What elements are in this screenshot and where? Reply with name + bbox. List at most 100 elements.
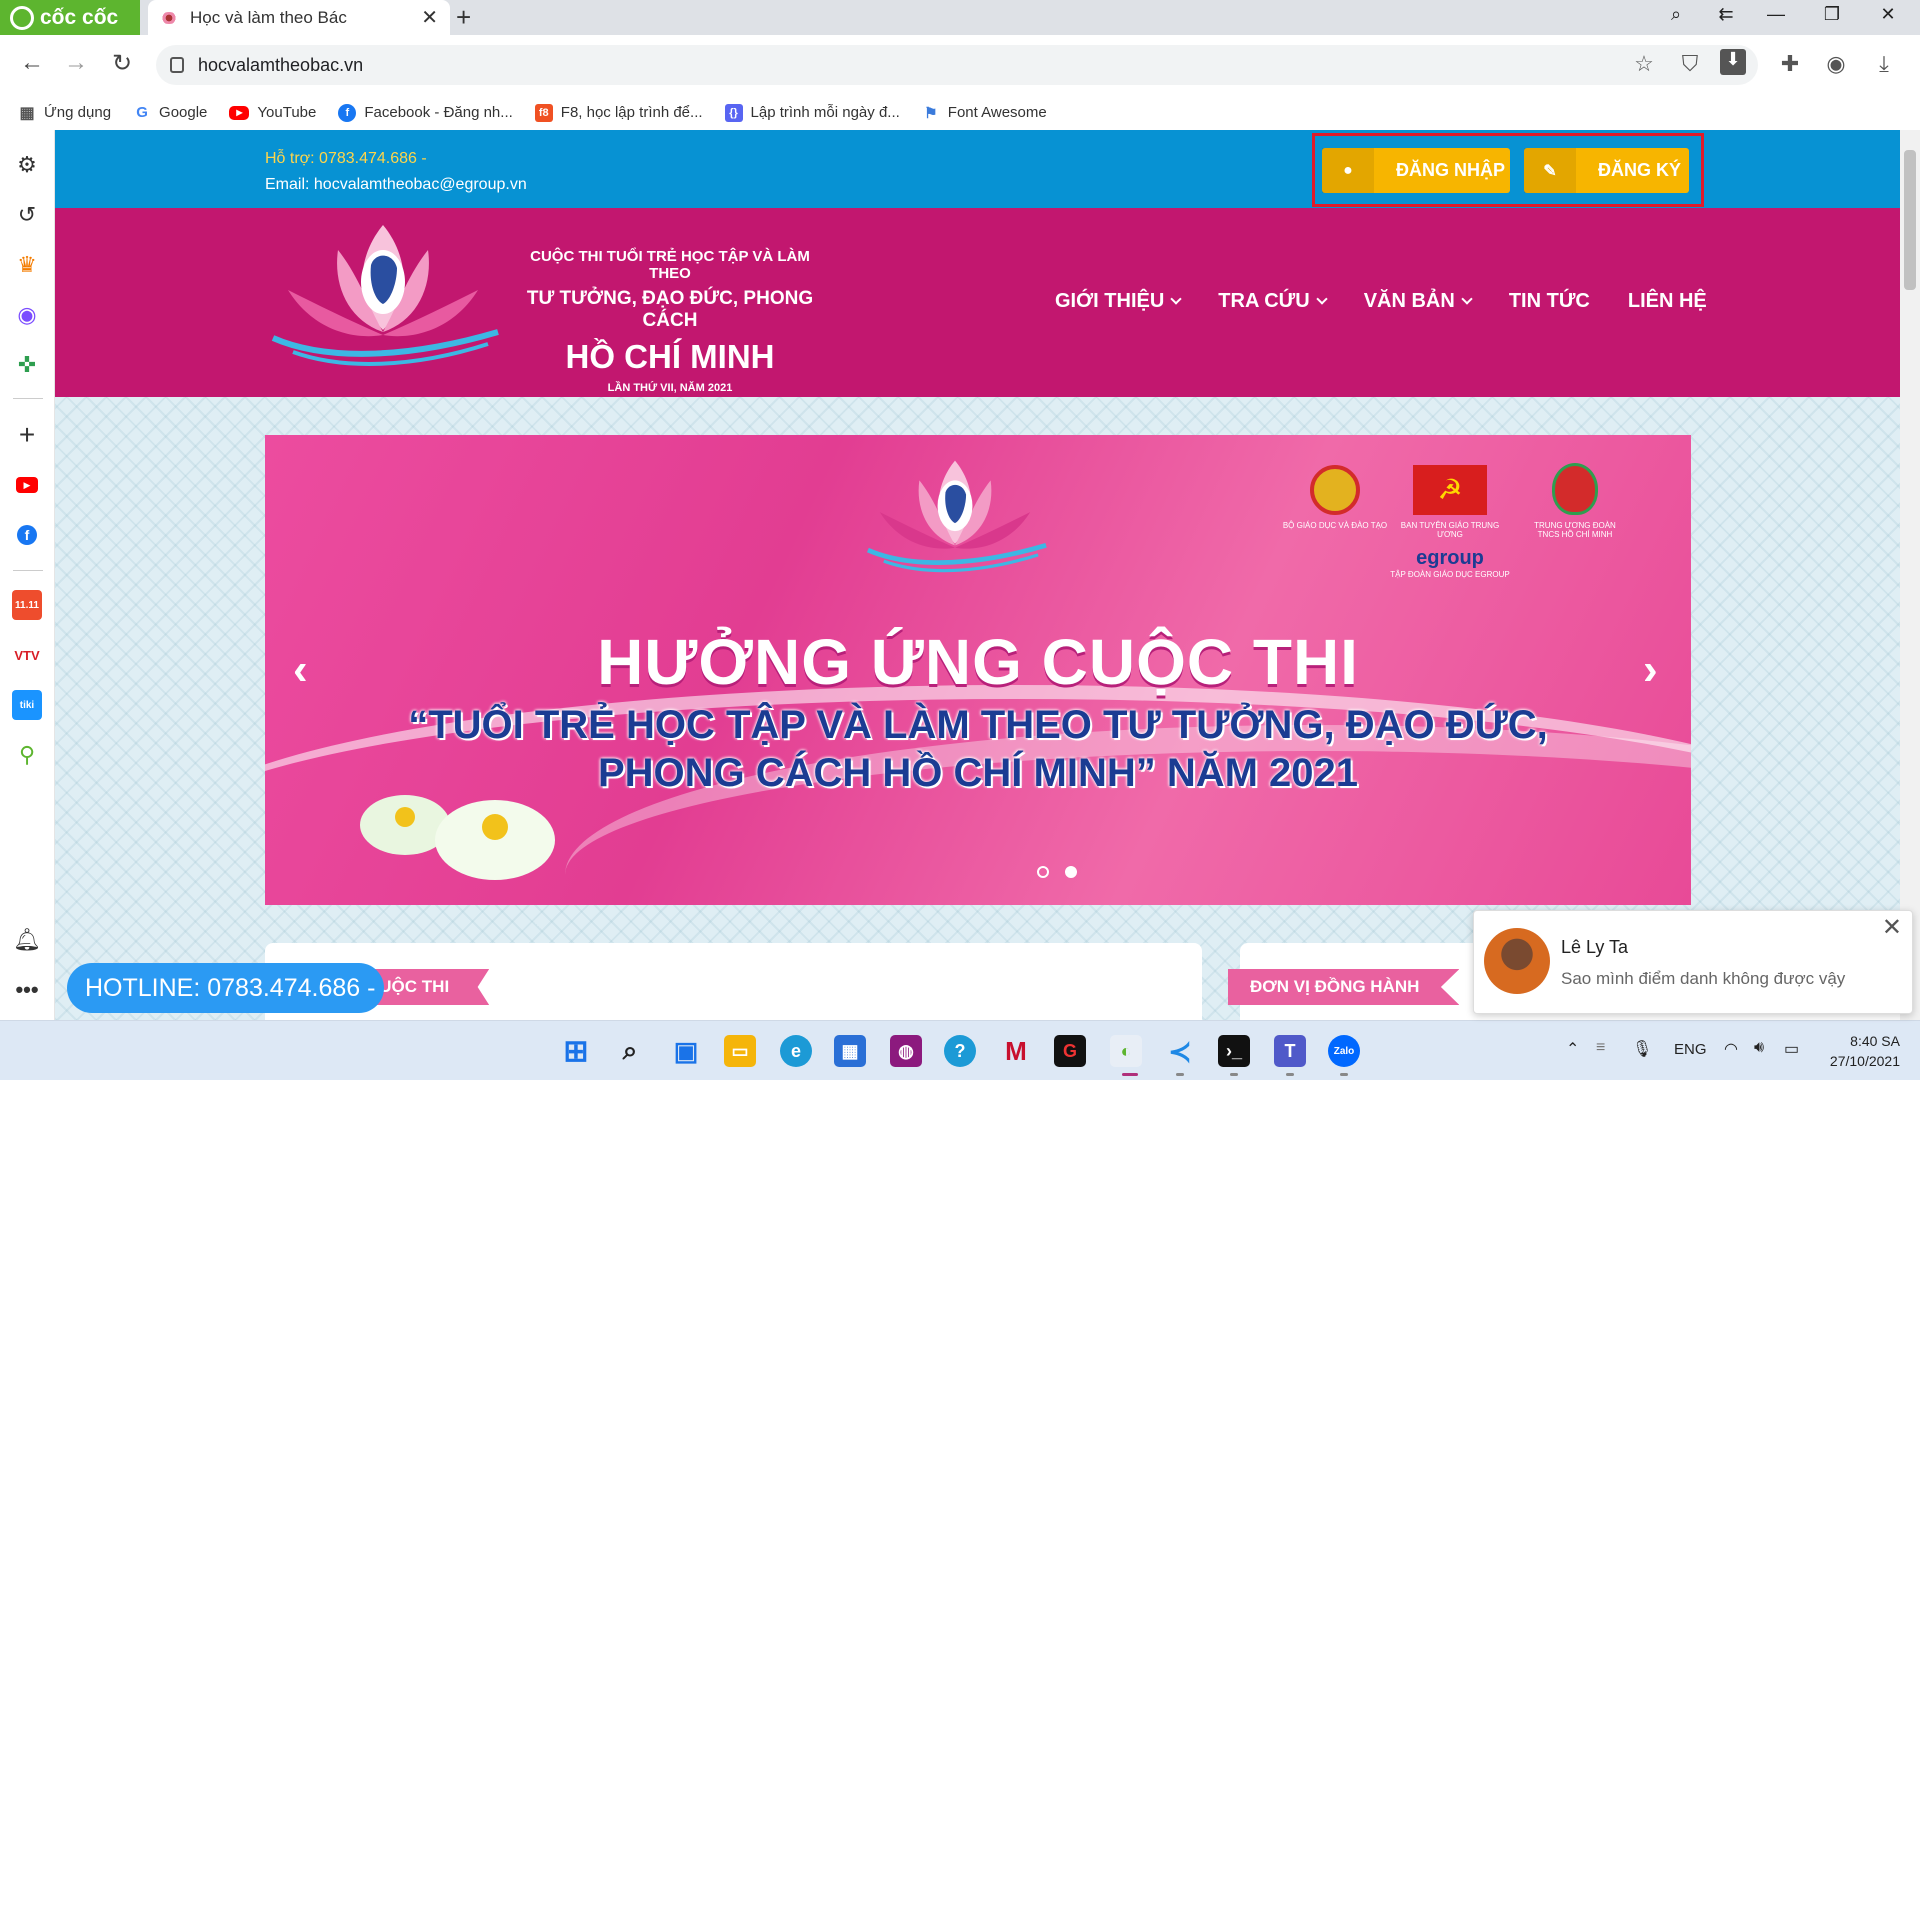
notification-bell-icon[interactable]: 🔔︎ <box>12 925 42 955</box>
garena-icon[interactable]: G <box>1054 1035 1086 1067</box>
history-icon[interactable]: ↺ <box>12 200 42 230</box>
battery-icon[interactable]: ▭ <box>1784 1039 1799 1059</box>
help-icon[interactable]: ? <box>944 1035 976 1067</box>
add-panel-icon[interactable]: + <box>12 419 42 450</box>
url-text: hocvalamtheobac.vn <box>198 54 364 75</box>
nav-news[interactable]: TIN TỨC <box>1509 290 1590 313</box>
bookmark-star-icon[interactable]: ☆ <box>1628 51 1660 77</box>
bookmark-f8[interactable]: f8 F8, học lập trình để... <box>534 103 703 122</box>
title-line-2: TƯ TƯỞNG, ĐẠO ĐỨC, PHONG CÁCH <box>526 288 814 331</box>
bookmark-youtube[interactable]: ▶ YouTube <box>229 104 316 121</box>
bookmark-label: Lập trình mỗi ngày đ... <box>750 104 900 121</box>
nav-contact[interactable]: LIÊN HỆ <box>1628 290 1707 313</box>
clock[interactable]: 8:40 SA 27/10/2021 <box>1820 1031 1900 1071</box>
coccoc-taskbar-icon[interactable]: ◐ <box>1110 1035 1142 1067</box>
coccoc-menu-button[interactable]: cốc cốc <box>0 0 140 35</box>
messenger-icon[interactable]: ◉ <box>12 300 42 330</box>
store-icon[interactable]: ▦ <box>834 1035 866 1067</box>
clock-date: 27/10/2021 <box>1829 1053 1900 1069</box>
next-slide-button[interactable]: › <box>1643 645 1658 695</box>
flag-icon: ⚑ <box>924 104 938 122</box>
register-button[interactable]: ✎ ĐĂNG KÝ <box>1524 148 1689 193</box>
nav-documents[interactable]: VĂN BẢN <box>1364 290 1473 313</box>
shield-icon[interactable]: ⛉ <box>1674 51 1706 77</box>
language-indicator[interactable]: ENG <box>1674 1041 1707 1058</box>
edge-icon[interactable]: e <box>780 1035 812 1067</box>
minimize-button[interactable]: — <box>1756 4 1796 25</box>
title-line-1: CUỘC THI TUỔI TRẺ HỌC TẬP VÀ LÀM THEO <box>530 248 810 282</box>
back-button[interactable]: ← <box>14 49 50 77</box>
file-explorer-icon[interactable]: ▭ <box>724 1035 756 1067</box>
login-button[interactable]: ● ĐĂNG NHẬP <box>1322 148 1510 193</box>
vtv-icon[interactable]: VTV <box>12 640 42 670</box>
nav-lookup[interactable]: TRA CỨU <box>1218 290 1328 313</box>
address-bar[interactable]: hocvalamtheobac.vn <box>156 45 1758 85</box>
lotus-logo[interactable] <box>263 220 503 380</box>
start-button[interactable]: ⊞ <box>560 1035 592 1068</box>
volume-icon[interactable]: 🔊︎ <box>1754 1039 1764 1057</box>
user-icon: ● <box>1322 148 1374 193</box>
close-icon[interactable]: ✕ <box>1882 913 1902 942</box>
wifi-icon[interactable]: ◠ <box>1724 1039 1738 1059</box>
app-icon[interactable]: ◍ <box>890 1035 922 1067</box>
search-tabs-icon[interactable]: ⌕ <box>1656 4 1696 25</box>
chat-notification[interactable]: Lê Ly Ta Sao mình điểm danh không được v… <box>1473 910 1913 1014</box>
vscode-icon[interactable]: ≺ <box>1164 1035 1196 1067</box>
title-line-3: HỒ CHÍ MINH <box>565 338 775 375</box>
nav-intro[interactable]: GIỚI THIỆU <box>1055 290 1182 313</box>
org-label: TRUNG ƯƠNG ĐOÀN TNCS HỒ CHÍ MINH <box>1534 521 1616 539</box>
close-window-button[interactable]: ✕ <box>1868 4 1908 25</box>
pen-icon[interactable]: ≡ <box>1596 1039 1605 1057</box>
coccoc-map-icon[interactable]: ⚲ <box>12 740 42 770</box>
terminal-icon[interactable]: ›_ <box>1218 1035 1250 1067</box>
hero-banner[interactable]: BỘ GIÁO DỤC VÀ ĐÀO TẠO ☭ BAN TUYÊN GIÁO … <box>265 435 1691 905</box>
tab-title: Học và làm theo Bác <box>190 7 347 27</box>
bookmark-google[interactable]: G Google <box>133 104 207 122</box>
login-label: ĐĂNG NHẬP <box>1396 160 1506 180</box>
page-scrollbar[interactable] <box>1900 130 1920 1020</box>
mcafee-icon[interactable]: M <box>1000 1035 1032 1067</box>
slide-dot-active[interactable] <box>1065 866 1077 878</box>
site-title: CUỘC THI TUỔI TRẺ HỌC TẬP VÀ LÀM THEO TƯ… <box>510 248 830 394</box>
banner-subtitle-1: “TUỔI TRẺ HỌC TẬP VÀ LÀM THEO TƯ TƯỞNG, … <box>408 703 1548 747</box>
banner-lotus-logo <box>866 460 1047 573</box>
more-options-icon[interactable]: ••• <box>12 975 42 1005</box>
bookmark-apps[interactable]: ▦ Ứng dụng <box>18 104 111 122</box>
extensions-puzzle-icon[interactable]: ✚ <box>1774 51 1806 77</box>
restore-button[interactable]: ❐ <box>1812 4 1852 25</box>
download-manager-icon[interactable]: ⬇ <box>1720 49 1746 75</box>
support-phone: Hỗ trợ: 0783.474.686 - <box>265 150 427 167</box>
facebook-panel-icon[interactable]: f <box>12 520 42 550</box>
downloads-icon[interactable]: ⤓ <box>1868 51 1900 77</box>
chevron-up-icon[interactable]: ⌃ <box>1566 1039 1579 1059</box>
tiki-icon[interactable]: tiki <box>12 690 42 720</box>
org-label: BAN TUYÊN GIÁO TRUNG ƯƠNG <box>1400 521 1500 539</box>
crown-icon[interactable]: ♛ <box>12 250 42 280</box>
browser-tab[interactable]: Học và làm theo Bác ✕ <box>148 0 450 35</box>
prev-slide-button[interactable]: ‹ <box>293 645 308 695</box>
emblem-icon <box>1310 465 1360 515</box>
forward-button[interactable]: → <box>58 49 94 77</box>
slide-dot[interactable] <box>1037 866 1049 878</box>
hotline-button[interactable]: HOTLINE: 0783.474.686 - <box>67 963 384 1013</box>
youtube-panel-icon[interactable]: ▶ <box>12 470 42 500</box>
shopee-icon[interactable]: 11.11 <box>12 590 42 620</box>
bookmark-font-awesome[interactable]: ⚑ Font Awesome <box>922 104 1047 122</box>
teams-icon[interactable]: T <box>1274 1035 1306 1067</box>
sidebar-toggle-icon[interactable]: ⇇ <box>1706 4 1746 25</box>
zalo-icon[interactable]: Zalo <box>1328 1035 1360 1067</box>
profile-avatar-icon[interactable]: ◉ <box>1820 51 1852 77</box>
bookmark-label: Font Awesome <box>947 104 1047 121</box>
gamepad-icon[interactable]: ✜ <box>12 350 42 380</box>
close-tab-icon[interactable]: ✕ <box>421 5 438 30</box>
bookmark-daily-coding[interactable]: {} Lập trình mỗi ngày đ... <box>724 103 900 122</box>
search-icon[interactable]: ⌕ <box>614 1035 646 1067</box>
reload-button[interactable]: ↻ <box>104 49 140 78</box>
widgets-icon[interactable]: ▣ <box>670 1035 702 1067</box>
scrollbar-thumb[interactable] <box>1904 150 1916 290</box>
microphone-icon[interactable]: 🎙︎ <box>1632 1039 1652 1059</box>
title-line-4: LẦN THỨ VII, NĂM 2021 <box>607 382 733 394</box>
settings-gear-icon[interactable]: ⚙ <box>12 150 42 180</box>
bookmark-facebook[interactable]: f Facebook - Đăng nh... <box>338 103 513 122</box>
new-tab-button[interactable]: + <box>456 2 471 33</box>
